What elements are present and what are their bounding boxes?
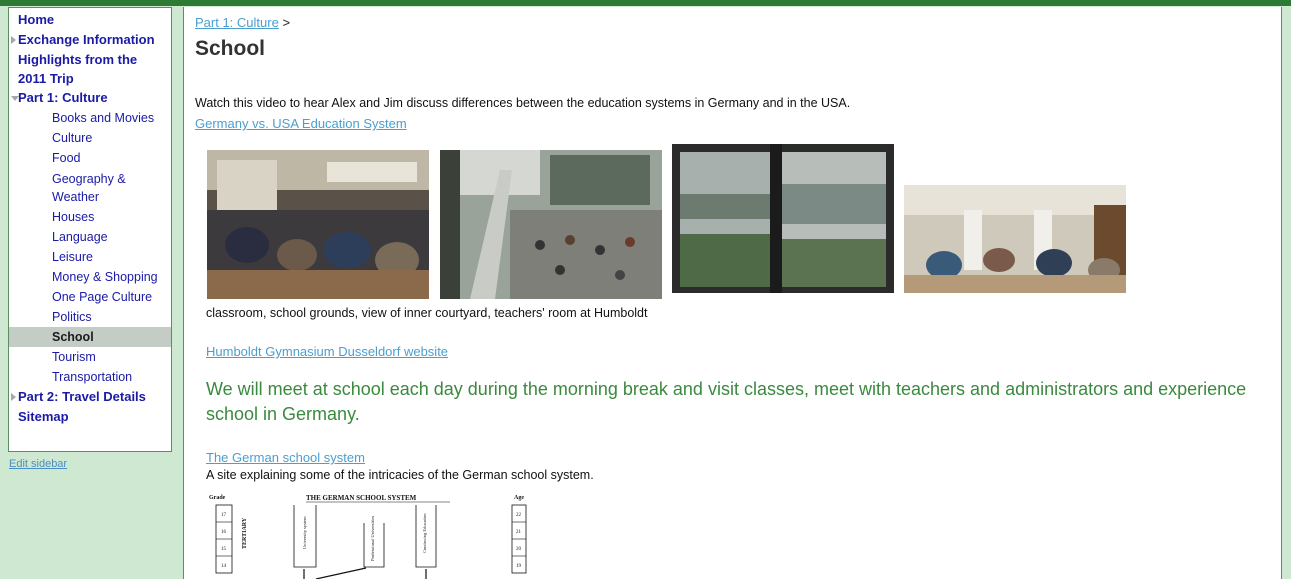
sidebar-item-books-and-movies[interactable]: Books and Movies <box>9 108 171 128</box>
sidebar-item-one-page-culture[interactable]: One Page Culture <box>9 287 171 307</box>
diagram-boxes: University system Professional Universit… <box>293 505 437 579</box>
sidebar-item-money-shopping[interactable]: Money & Shopping <box>9 267 171 287</box>
diagram-grade-label: Grade <box>209 495 226 501</box>
highlight-text: We will meet at school each day during t… <box>206 379 1247 424</box>
sidebar-nav: Home Exchange Information Highlights fro… <box>9 8 171 427</box>
sidebar-item-exchange-information[interactable]: Exchange Information <box>9 30 171 50</box>
breadcrumb-parent-link[interactable]: Part 1: Culture <box>195 15 279 30</box>
sidebar-item-politics[interactable]: Politics <box>9 307 171 327</box>
age-value: 20 <box>516 547 522 552</box>
sidebar-item-tourism[interactable]: Tourism <box>9 347 171 367</box>
school-system-description: A site explaining some of the intricacie… <box>206 468 594 482</box>
sidebar-item-part2-travel-details[interactable]: Part 2: Travel Details <box>9 387 171 407</box>
inner-courtyard-photo <box>672 144 894 293</box>
page-title: School <box>195 37 266 60</box>
diagram-title: THE GERMAN SCHOOL SYSTEM <box>306 494 417 502</box>
diagram-age-label: Age <box>514 495 524 501</box>
sidebar-item-food[interactable]: Food <box>9 148 171 168</box>
sidebar: Home Exchange Information Highlights fro… <box>8 7 172 452</box>
sidebar-item-leisure[interactable]: Leisure <box>9 247 171 267</box>
tertiary-label: TERTIARY <box>242 517 248 549</box>
sidebar-item-geography-weather[interactable]: Geography & Weather <box>9 168 132 207</box>
humboldt-website-link[interactable]: Humboldt Gymnasium Dusseldorf website <box>206 344 448 359</box>
age-value: 21 <box>516 530 522 535</box>
grade-value: 16 <box>221 530 227 535</box>
teachers-room-photo <box>904 185 1126 293</box>
breadcrumb-separator: > <box>282 15 291 30</box>
sidebar-item-culture[interactable]: Culture <box>9 128 171 148</box>
grade-value: 17 <box>221 513 227 518</box>
expand-triangle-icon[interactable] <box>11 393 16 401</box>
school-grounds-photo <box>440 150 662 299</box>
school-system-diagram: Grade THE GERMAN SCHOOL SYSTEM Age 17 16… <box>209 494 527 579</box>
sidebar-item-highlights[interactable]: Highlights from the 2011 Trip <box>9 50 168 88</box>
sidebar-item-school[interactable]: School <box>9 327 171 347</box>
collapse-triangle-icon[interactable] <box>11 96 19 101</box>
german-school-system-link[interactable]: The German school system <box>206 450 365 465</box>
sidebar-item-home[interactable]: Home <box>9 10 171 30</box>
expand-triangle-icon[interactable] <box>11 36 16 44</box>
age-value: 22 <box>516 513 522 518</box>
edit-sidebar-link[interactable]: Edit sidebar <box>9 458 67 470</box>
grade-value: 15 <box>221 547 227 552</box>
sidebar-item-language[interactable]: Language <box>9 227 171 247</box>
sidebar-item-sitemap[interactable]: Sitemap <box>9 407 171 427</box>
sidebar-item-transportation[interactable]: Transportation <box>9 367 171 387</box>
classroom-photo <box>207 150 429 299</box>
photo-caption: classroom, school grounds, view of inner… <box>206 306 648 320</box>
age-column: 22 21 20 19 <box>511 504 527 574</box>
sidebar-item-houses[interactable]: Houses <box>9 207 171 227</box>
main-content: Part 1: Culture > School Watch this vide… <box>183 7 1282 579</box>
age-value: 19 <box>516 564 522 569</box>
video-link[interactable]: Germany vs. USA Education System <box>195 116 407 131</box>
breadcrumb: Part 1: Culture > <box>195 15 290 30</box>
grade-column: 17 16 15 14 <box>215 504 233 574</box>
top-bar <box>0 0 1291 6</box>
box-label-professional: Professional Universities <box>370 516 375 561</box>
box-label-continuing: Continuing Education <box>422 513 427 553</box>
intro-text: Watch this video to hear Alex and Jim di… <box>195 96 851 110</box>
sidebar-item-part1-culture[interactable]: Part 1: Culture <box>9 88 171 108</box>
grade-value: 14 <box>221 564 227 569</box>
box-label-university: University system <box>302 516 307 549</box>
